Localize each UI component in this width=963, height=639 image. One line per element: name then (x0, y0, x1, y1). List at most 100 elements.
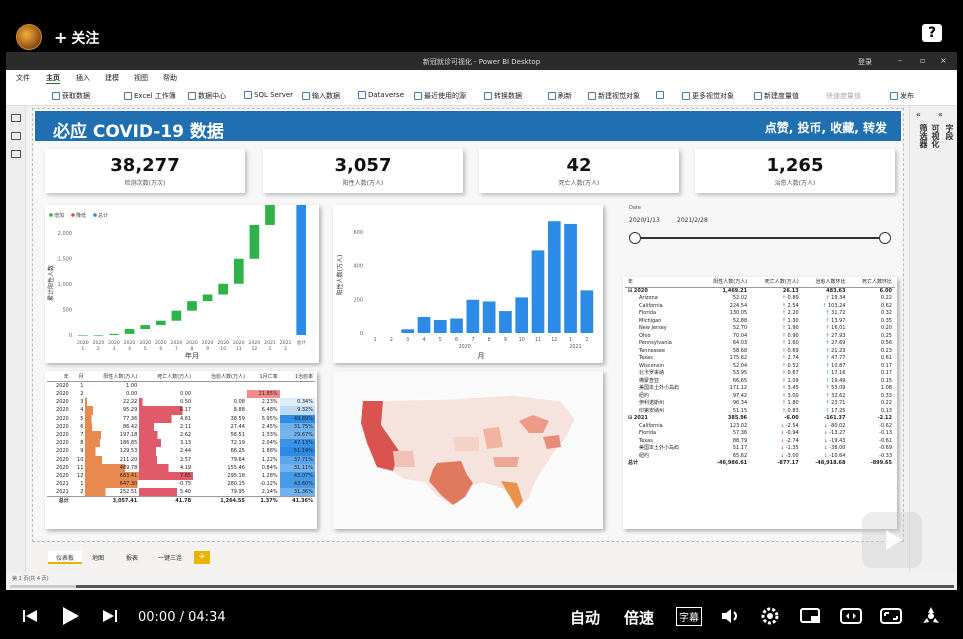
play-icon[interactable] (60, 606, 80, 630)
fields-pane-label[interactable]: 字段 (944, 124, 955, 140)
column-header[interactable]: 年 (625, 279, 699, 288)
column-header[interactable]: 年 (47, 373, 71, 382)
table-row[interactable]: 佛蒙查亚 66.65 ↑ 1.09 ↑ 19.49 0.15 (625, 378, 895, 386)
report-view-icon[interactable] (11, 114, 21, 122)
widescreen-icon[interactable] (840, 607, 862, 629)
us-map-panel[interactable] (333, 371, 603, 529)
pip-icon[interactable] (800, 607, 822, 629)
maximize-icon[interactable]: ▫ (920, 56, 925, 65)
tab-map[interactable]: 地图 (84, 551, 112, 564)
table-row[interactable]: Florida 57.36 ↓ -0.94 ↓ -13.27 -0.13 (625, 430, 895, 438)
sql-server-button[interactable]: SQL Server (244, 91, 293, 99)
excel-button[interactable]: Excel 工作簿 (124, 91, 176, 101)
kpi-tests[interactable]: 38,277 检测次数(万次) (45, 149, 245, 193)
table-row[interactable]: Michigan 52.88 ↑ 1.30 ↑ 13.97 0.35 (625, 318, 895, 326)
table-row[interactable]: 纽约 97.42 ↑ 3.00 ↑ 32.62 0.33 (625, 393, 895, 401)
collapse-icon[interactable]: « (916, 110, 921, 119)
filters-pane-label[interactable]: 筛选器 (918, 124, 929, 148)
table-row[interactable]: Florida 130.05 ↑ 2.20 ↑ 31.72 0.32 (625, 310, 895, 318)
monthly-table[interactable]: 年月阳性人数(万人) 死亡人数(万人) 治愈人数(万人) 1月亡率 1治愈率 2020 1 1… (45, 371, 317, 529)
minimize-icon[interactable]: – (898, 56, 902, 65)
menu-help[interactable]: 帮助 (163, 73, 177, 83)
table-row[interactable]: Texas 175.62 ↑ 2.74 ↑ 47.77 0.61 (625, 355, 895, 363)
table-row[interactable]: 2020 12 663.41 7.65 295.18 1.28% 43.07% (47, 471, 315, 481)
table-row[interactable]: 纽约 65.62 ↓ -3.00 ↓ -10.64 -0.33 (625, 453, 895, 461)
table-row[interactable]: 2020 8 186.85 3.13 72.19 2.04% 47.13% (47, 439, 315, 448)
table-row[interactable]: Ohio 70.04 ↑ 0.90 ↑ 27.93 0.25 (625, 333, 895, 341)
table-row[interactable]: 2020 10 211.20 2.57 79.64 1.22% 37.71% (47, 455, 315, 464)
kpi-positive[interactable]: 3,057 阳性人数(万人) (263, 149, 463, 193)
table-row[interactable]: 印第安纳州 51.15 ↑ 0.83 ↑ 17.25 0.13 (625, 408, 895, 416)
date-slicer[interactable]: Date 2020/1/13 2021/2/28 (623, 205, 893, 255)
big-play-icon[interactable] (862, 512, 922, 568)
refresh-button[interactable]: 刷新 (548, 91, 572, 101)
table-row[interactable]: 美国本土外小岛屿 51.17 ↓ -1.35 ↓ -38.00 -0.69 (625, 445, 895, 453)
tab-triple[interactable]: 一键三连 (150, 551, 190, 564)
table-row[interactable]: 2020 1 1.00 (47, 381, 315, 390)
kpi-deaths[interactable]: 42 死亡人数(万人) (479, 149, 679, 193)
model-view-icon[interactable] (11, 150, 21, 158)
column-header[interactable]: 1治愈率 (279, 373, 315, 382)
data-hub-button[interactable]: 数据中心 (188, 91, 226, 101)
table-row[interactable]: 美国本土外小岛屿 171.12 ↑ 3.45 ↑ 53.09 1.08 (625, 385, 895, 393)
auto-quality-button[interactable]: 自动 (570, 607, 600, 628)
subtitle-button[interactable]: 字幕 (676, 607, 702, 626)
table-row[interactable]: 2020 7 197.18 2.62 58.51 1.33% 29.67% (47, 430, 315, 440)
column-header[interactable]: 死亡人数(万人) (139, 373, 194, 382)
menu-modeling[interactable]: 建模 (105, 73, 119, 83)
table-row[interactable]: 2020 2 0.00 0.00 21.85% (47, 390, 315, 399)
speed-button[interactable]: 倍速 (624, 607, 654, 628)
tab-report[interactable]: 报表 (118, 551, 146, 564)
table-row[interactable]: 2021 2 252.51 5.40 79.95 2.14% 31.36% (47, 488, 315, 497)
transform-data-button[interactable]: 转换数据 (484, 91, 522, 101)
column-header[interactable]: 1月亡率 (246, 373, 280, 382)
table-row[interactable]: 2020 5 77.36 4.61 38.59 5.95% 49.89% (47, 414, 315, 423)
waterfall-chart-panel[interactable]: 增加 降低 总计 0 500 1,000 1,500 2,000 累计阳性人数 2020 1 2020… (45, 179, 319, 363)
column-header[interactable]: 阳性人数(万人) (698, 279, 751, 288)
new-measure-button[interactable]: 新建度量值 (754, 91, 799, 101)
data-view-icon[interactable] (11, 132, 21, 140)
table-row[interactable]: 2020 6 86.42 2.11 27.44 2.45% 31.75% (47, 422, 315, 431)
group-row[interactable]: 总计 -46,986.61 -877.17 -48,918.68 -899.65 (625, 460, 895, 468)
table-row[interactable]: 伊利诺斯州 96.34 ↑ 1.80 ↑ 23.71 0.22 (625, 400, 895, 408)
viz-pane-label[interactable]: 可视化 (930, 124, 941, 148)
textbox-button[interactable] (656, 91, 664, 99)
table-row[interactable]: 2020 3 22.22 0.50 0.08 2.23% 0.34% (47, 398, 315, 407)
table-row[interactable]: 2020 4 95.29 6.17 8.88 6.48% 9.32% (47, 406, 315, 415)
monthly-bar-chart-panel[interactable]: 0 200 400 600 阳性人数(万人) 1 2 3 4 5 6 7 8 9 10 11 12 1 2 2020 2… (333, 205, 603, 363)
group-row[interactable]: ⊟ 2021 385.96 -6.00 -161.37 -2.12 (625, 415, 895, 423)
table-row[interactable]: Wisconsin 52.04 ↑ 0.52 ↑ 10.87 0.17 (625, 363, 895, 371)
table-row[interactable]: Arizona 52.02 ↑ 0.89 ↑ 19.34 0.22 (625, 295, 895, 303)
slicer-to[interactable]: 2021/2/28 (677, 217, 708, 224)
add-page-button[interactable]: + (194, 551, 210, 564)
more-visuals-button[interactable]: 更多视觉对象 (682, 91, 734, 101)
volume-icon[interactable] (720, 606, 740, 630)
column-header[interactable]: 阳性人数(万人) (85, 373, 140, 382)
column-header[interactable]: 死亡人数(万人) (750, 279, 802, 288)
table-row[interactable]: California 123.02 ↓ -2.54 ↓ -80.02 -0.62 (625, 423, 895, 431)
enter-data-button[interactable]: 输入数据 (302, 91, 340, 101)
group-row[interactable]: ⊟ 2020 1,469.21 26.13 483.63 6.00 (625, 287, 895, 295)
column-header[interactable]: 死亡人数环比 (848, 279, 895, 288)
fullscreen-icon[interactable] (880, 607, 902, 629)
slicer-end-handle[interactable] (879, 232, 891, 244)
table-row[interactable]: Texas 88.79 ↓ -2.74 ↓ -19.43 -0.61 (625, 438, 895, 446)
table-row[interactable]: 2020 9 129.53 2.44 66.25 1.88% 51.14% (47, 447, 315, 456)
menu-insert[interactable]: 插入 (76, 73, 90, 83)
table-row[interactable]: California 224.54 ↑ 2.54 ↑ 103.24 0.62 (625, 303, 895, 311)
follow-button[interactable]: + 关注 (54, 28, 99, 48)
new-visual-button[interactable]: 新建视觉对象 (588, 91, 640, 101)
close-icon[interactable]: × (940, 56, 947, 65)
slicer-start-handle[interactable] (629, 232, 641, 244)
table-row[interactable]: 北卡罗来纳 53.95 ↑ 0.67 ↑ 17.16 0.17 (625, 370, 895, 378)
table-row[interactable]: 2020 11 489.78 4.19 155.46 0.84% 31.11% (47, 463, 315, 472)
publish-button[interactable]: 发布 (890, 91, 914, 101)
dataverse-button[interactable]: Dataverse (358, 91, 404, 99)
column-header[interactable]: 月 (70, 373, 86, 382)
slicer-from[interactable]: 2020/1/13 (629, 217, 660, 224)
danmaku-icon[interactable] (920, 606, 942, 630)
region-table[interactable]: 年阳性人数(万人) 死亡人数(万人) 治愈人数环比 死亡人数环比 ⊟ 2020 1,469… (623, 277, 897, 529)
settings-gear-icon[interactable] (760, 606, 780, 630)
table-row[interactable]: Tennessee 58.68 ↑ 0.69 ↑ 21.23 0.23 (625, 348, 895, 356)
uploader-avatar[interactable] (16, 24, 42, 50)
